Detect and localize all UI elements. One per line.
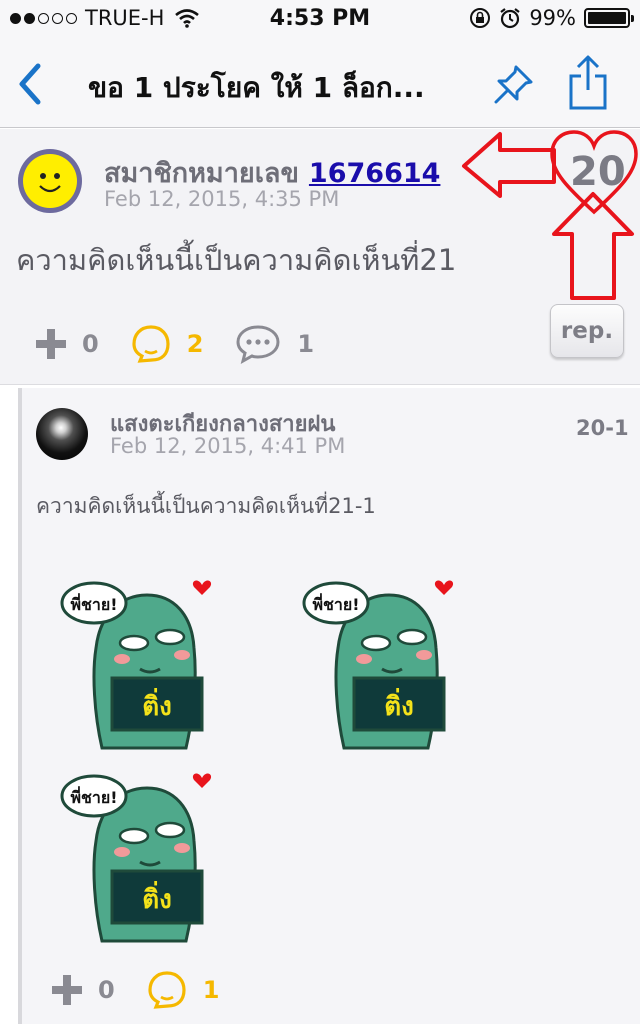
battery-percent: 99% (529, 6, 576, 30)
sticker: พี่ชาย! ติ่ง (52, 573, 222, 753)
sticker-sign: ติ่ง (384, 687, 414, 722)
reply-timestamp: Feb 12, 2015, 4:41 PM (110, 434, 346, 458)
comment-timestamp: Feb 12, 2015, 4:35 PM (104, 187, 340, 211)
alarm-icon (500, 8, 520, 29)
page-title: ขอ 1 ประโยค ให้ 1 ล็อก... (88, 71, 425, 104)
battery-icon (584, 8, 634, 28)
cactus-sticker-icon: พี่ชาย! ติ่ง (60, 580, 212, 750)
cactus-sticker-icon: พี่ชาย! ติ่ง (60, 773, 212, 943)
sticker-sign: ติ่ง (142, 687, 172, 722)
smiley-face-icon (39, 173, 61, 193)
plus-button[interactable]: 0 (52, 975, 115, 1005)
reply-body: ความคิดเห็นนี้เป็นความคิดเห็นที่21-1 (36, 494, 376, 518)
sticker-caption: พี่ชาย! (70, 786, 117, 807)
speech-bubble-icon (236, 325, 280, 364)
status-bar: TRUE-H 4:53 PM 99% (0, 0, 640, 40)
comment-actions: 0 2 1 (36, 324, 346, 364)
sticker: พี่ชาย! ติ่ง (52, 766, 222, 946)
emotion-button[interactable]: 2 (131, 324, 204, 364)
emotion-face-icon (132, 325, 170, 363)
sticker: พี่ชาย! ติ่ง (294, 573, 464, 753)
back-chevron-icon[interactable] (14, 62, 46, 106)
sticker-caption: พี่ชาย! (70, 593, 117, 614)
orientation-lock-icon (470, 8, 491, 28)
plus-count: 0 (98, 976, 115, 1004)
avatar[interactable] (18, 149, 82, 213)
pin-icon[interactable] (490, 62, 536, 108)
reply-actions: 0 1 (52, 970, 251, 1010)
share-icon[interactable] (565, 54, 611, 112)
comment-body: ความคิดเห็นนี้เป็นความคิดเห็นที่21 (16, 243, 457, 277)
author-id-link[interactable]: 1676614 (309, 158, 441, 189)
emotion-face-icon (148, 971, 186, 1009)
comment-card: สมาชิกหมายเลข 1676614 Feb 12, 2015, 4:35 … (0, 129, 640, 385)
plus-count: 0 (82, 330, 99, 358)
plus-button[interactable]: 0 (36, 329, 99, 359)
navigation-bar: ขอ 1 ประโยค ให้ 1 ล็อก... (0, 40, 640, 128)
rep-button[interactable]: rep. (550, 304, 624, 358)
comment-number: 20 (570, 149, 626, 195)
reply-number: 20-1 (576, 416, 629, 440)
reply-count: 1 (297, 330, 315, 358)
emotion-count: 2 (186, 330, 204, 358)
sticker-sign: ติ่ง (142, 880, 172, 915)
emotion-button[interactable]: 1 (147, 970, 220, 1010)
reply-card: แสงตะเกียงกลางสายฝน Feb 12, 2015, 4:41 P… (22, 388, 640, 1024)
sticker-caption: พี่ชาย! (312, 593, 359, 614)
emotion-count: 1 (202, 976, 220, 1004)
plus-icon (52, 975, 82, 1005)
author-prefix: สมาชิกหมายเลข (104, 158, 299, 189)
cactus-sticker-icon: พี่ชาย! ติ่ง (302, 580, 454, 750)
reply-count-button[interactable]: 1 (235, 324, 314, 364)
plus-icon (36, 329, 66, 359)
avatar[interactable] (36, 408, 88, 460)
